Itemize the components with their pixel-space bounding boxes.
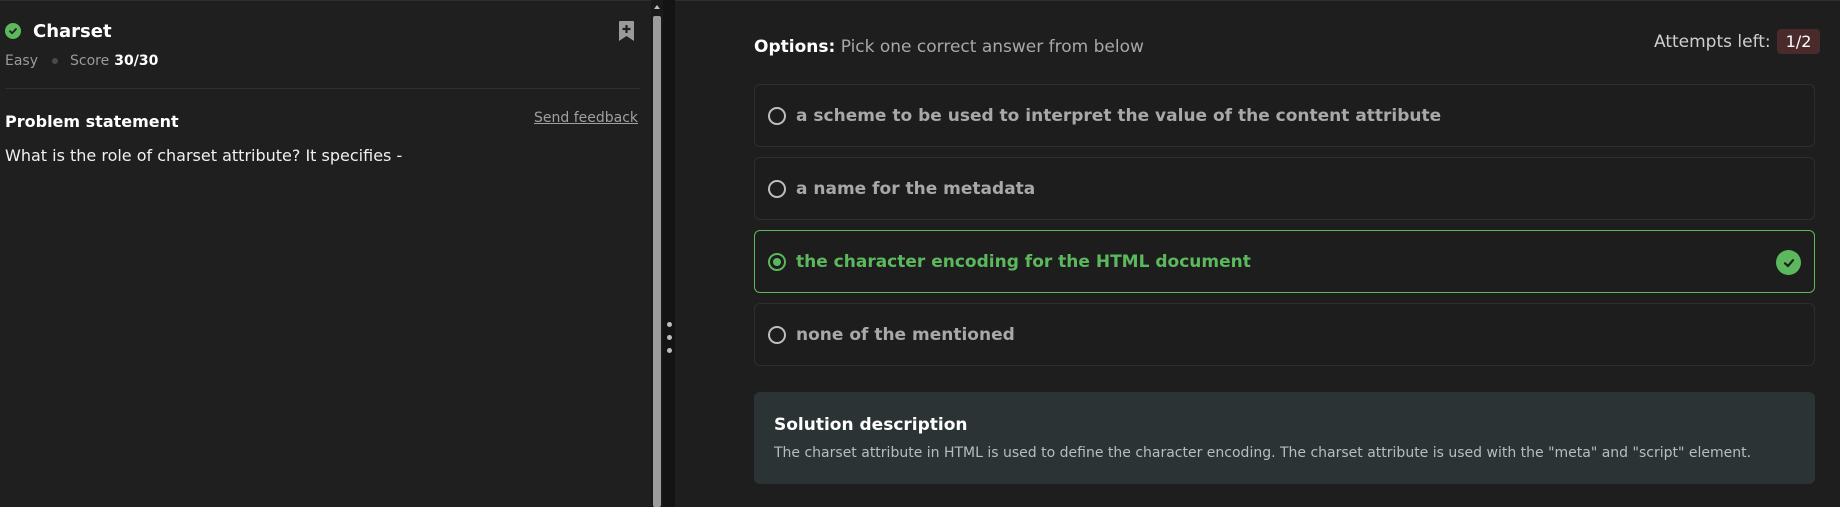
problem-title-row: Charset (5, 19, 112, 43)
options-hint: Pick one correct answer from below (840, 37, 1144, 57)
radio-button[interactable] (768, 106, 786, 125)
radio-button[interactable] (768, 325, 786, 344)
score-value: 30/30 (114, 53, 159, 69)
options-header: Options: Pick one correct answer from be… (754, 37, 1144, 57)
bookmark-add-icon[interactable] (617, 20, 636, 42)
divider (5, 88, 640, 89)
difficulty-label: Easy (5, 53, 39, 69)
attempts-indicator: Attempts left: 1/2 (1654, 29, 1821, 54)
answer-option-text: a scheme to be used to interpret the val… (796, 105, 1442, 126)
problem-question: What is the role of charset attribute? I… (5, 146, 403, 165)
solution-title: Solution description (774, 415, 968, 435)
attempts-label: Attempts left: (1654, 31, 1771, 52)
answer-option-text: none of the mentioned (796, 324, 1015, 345)
panel-splitter[interactable] (663, 0, 675, 507)
answer-option-text: a name for the metadata (796, 178, 1036, 199)
problem-panel: Charset Easy Score 30/30 Problem stateme… (0, 0, 651, 507)
problem-title: Charset (33, 20, 112, 42)
vertical-grip-icon[interactable] (667, 335, 672, 340)
radio-button-selected[interactable] (768, 252, 786, 271)
problem-statement-heading: Problem statement (5, 112, 179, 131)
vertical-grip-icon[interactable] (667, 348, 672, 353)
score-label: Score (70, 53, 110, 69)
send-feedback-link[interactable]: Send feedback (534, 110, 638, 126)
vertical-grip-icon[interactable] (667, 322, 672, 327)
solution-description-box: Solution description The charset attribu… (754, 392, 1815, 484)
app-root: Charset Easy Score 30/30 Problem stateme… (0, 0, 1840, 507)
options-panel: Options: Pick one correct answer from be… (675, 0, 1840, 507)
answer-option-text: the character encoding for the HTML docu… (796, 251, 1251, 272)
answer-option[interactable]: a name for the metadata (754, 157, 1815, 220)
radio-button[interactable] (768, 179, 786, 198)
solved-check-icon (5, 23, 21, 39)
answer-option[interactable]: a scheme to be used to interpret the val… (754, 84, 1815, 147)
answer-option[interactable]: none of the mentioned (754, 303, 1815, 366)
scrollbar-thumb[interactable] (653, 16, 661, 507)
meta-separator-dot (52, 58, 59, 64)
attempts-badge: 1/2 (1776, 29, 1821, 54)
correct-check-icon (1776, 250, 1801, 275)
answer-option-correct[interactable]: the character encoding for the HTML docu… (754, 230, 1815, 293)
scroll-up-arrow-icon[interactable] (654, 5, 660, 9)
problem-meta: Easy Score 30/30 (5, 53, 158, 69)
options-label: Options: (754, 37, 836, 57)
solution-text: The charset attribute in HTML is used to… (774, 445, 1752, 461)
left-panel-scrollbar[interactable] (651, 0, 663, 507)
radio-fill (773, 257, 781, 266)
